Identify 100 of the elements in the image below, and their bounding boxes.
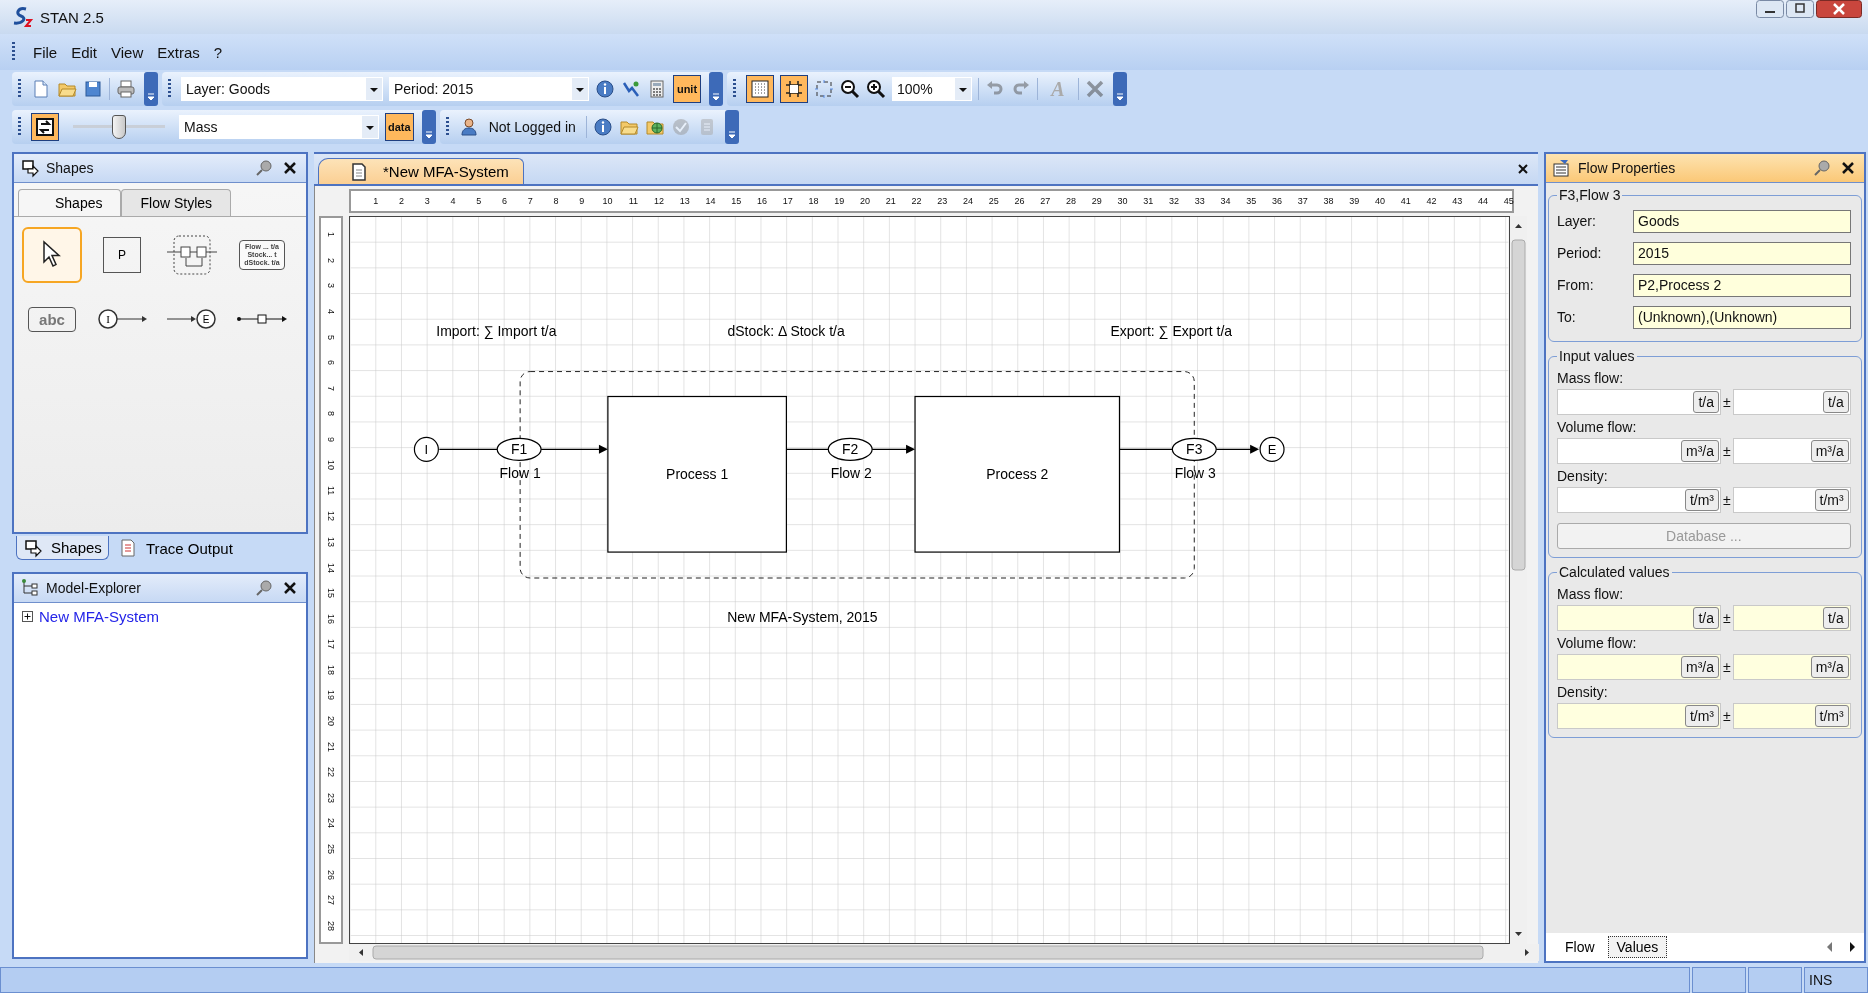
- unit-button[interactable]: t/m³: [1814, 489, 1849, 511]
- tree-item[interactable]: New MFA-System: [39, 608, 159, 625]
- tree-icon[interactable]: [20, 578, 40, 598]
- menu-item[interactable]: Extras: [157, 43, 200, 61]
- menu-item[interactable]: Edit: [71, 43, 98, 61]
- restore-button[interactable]: [1786, 0, 1814, 18]
- caret-icon[interactable]: [362, 116, 378, 138]
- flow-tag[interactable]: F1: [496, 437, 542, 461]
- ruler-number: 15: [326, 587, 336, 601]
- info-icon[interactable]: [592, 117, 613, 137]
- fit-selection-icon[interactable]: [814, 79, 834, 99]
- expand-icon[interactable]: [22, 611, 33, 622]
- tab[interactable]: Values: [1607, 936, 1668, 958]
- ruler-number: 17: [326, 638, 336, 652]
- toolbar-grip[interactable]: [18, 117, 21, 137]
- value-field[interactable]: m³/a: [1732, 654, 1851, 680]
- slider-thumb[interactable]: [112, 115, 126, 139]
- unit-button[interactable]: m³/a: [1810, 656, 1849, 678]
- zoom-in-icon[interactable]: [866, 79, 886, 99]
- text-box: abc: [28, 306, 76, 332]
- tab[interactable]: Shapes: [18, 189, 122, 216]
- pointer-tool[interactable]: [22, 227, 82, 283]
- layer-dropdown[interactable]: Layer: Goods: [181, 77, 383, 101]
- flow-tag[interactable]: F2: [827, 437, 873, 461]
- tab[interactable]: Trace Output: [110, 536, 240, 560]
- process-tool[interactable]: P: [92, 227, 152, 283]
- toolbar-grip[interactable]: [18, 79, 21, 99]
- period-dropdown[interactable]: Period: 2015: [389, 77, 589, 101]
- menu-item[interactable]: View: [111, 43, 144, 61]
- unit-button[interactable]: t/a: [1693, 607, 1719, 629]
- close-button[interactable]: [1816, 0, 1862, 18]
- toolbar-overflow-button[interactable]: [144, 72, 158, 106]
- value-field[interactable]: m³/a: [1557, 654, 1721, 680]
- unit-button[interactable]: m³/a: [1810, 440, 1849, 462]
- value-field[interactable]: t/a: [1557, 605, 1721, 631]
- unit-button[interactable]: t/m³: [1684, 705, 1719, 727]
- unit-button[interactable]: t/m³: [1814, 705, 1849, 727]
- flow-tag[interactable]: F3: [1171, 437, 1217, 461]
- caret-icon[interactable]: [366, 78, 382, 100]
- tab[interactable]: Flow: [1556, 936, 1604, 958]
- value-field[interactable]: Goods: [1633, 209, 1851, 233]
- value-field[interactable]: t/m³: [1732, 703, 1851, 729]
- zoom-out-icon[interactable]: [840, 79, 860, 99]
- document-icon[interactable]: [349, 161, 369, 182]
- value-field[interactable]: t/a: [1732, 605, 1851, 631]
- caret-icon[interactable]: [955, 78, 971, 100]
- export-tool[interactable]: E: [162, 291, 222, 347]
- document-tab[interactable]: *New MFA-System: [318, 158, 524, 184]
- calculator-icon[interactable]: [647, 79, 667, 99]
- print-icon[interactable]: [116, 79, 136, 99]
- value-field[interactable]: m³/a: [1557, 438, 1721, 464]
- properties-icon[interactable]: [1552, 158, 1572, 178]
- value-field[interactable]: t/a: [1557, 389, 1721, 415]
- unit-button[interactable]: t/a: [1823, 391, 1849, 413]
- toolbar-overflow-button[interactable]: [724, 110, 739, 144]
- caret-icon[interactable]: [572, 78, 588, 100]
- tab-scroll-arrows-icon[interactable]: [1825, 941, 1856, 953]
- value-field[interactable]: t/m³: [1557, 703, 1721, 729]
- data-button[interactable]: data: [385, 113, 414, 141]
- toolbar-overflow-button[interactable]: [421, 110, 436, 144]
- value-field[interactable]: 2015: [1633, 241, 1851, 265]
- unit-button[interactable]: t/a: [1693, 391, 1719, 413]
- save-icon[interactable]: [83, 79, 103, 99]
- panel-icon[interactable]: [20, 158, 40, 178]
- unit-button[interactable]: t/a: [1823, 607, 1849, 629]
- process-box[interactable]: Process 2: [914, 395, 1121, 553]
- value-field[interactable]: P2,Process 2: [1633, 273, 1851, 297]
- network-check-icon[interactable]: [621, 79, 641, 99]
- toolbar-grip[interactable]: [733, 79, 736, 99]
- toolbar-grip[interactable]: [168, 79, 171, 99]
- menu-item[interactable]: File: [33, 43, 58, 61]
- value-field[interactable]: t/m³: [1557, 487, 1721, 513]
- import-tool[interactable]: I: [92, 291, 152, 347]
- zoom-dropdown[interactable]: 100%: [892, 77, 972, 101]
- unit-button[interactable]: t/m³: [1684, 489, 1719, 511]
- value-field[interactable]: t/a: [1732, 389, 1851, 415]
- login-status[interactable]: Not Logged in: [484, 119, 580, 135]
- info-icon[interactable]: [595, 79, 615, 99]
- toolbar-overflow-button[interactable]: [1113, 72, 1127, 106]
- value-field[interactable]: (Unknown),(Unknown): [1633, 305, 1851, 329]
- toolbar-overflow-button[interactable]: [709, 72, 723, 106]
- tab[interactable]: Shapes: [16, 536, 109, 560]
- toolbar-grip[interactable]: [12, 42, 15, 62]
- close-icon[interactable]: [1516, 162, 1530, 176]
- menu-item[interactable]: ?: [213, 43, 223, 61]
- export-node[interactable]: E: [1259, 436, 1285, 462]
- toolbar-grip[interactable]: [445, 117, 449, 137]
- unit-button[interactable]: m³/a: [1681, 440, 1719, 462]
- tab[interactable]: Flow Styles: [121, 189, 232, 216]
- text-tool[interactable]: abc: [22, 291, 82, 347]
- user-icon[interactable]: [458, 117, 479, 137]
- unit-button[interactable]: unit: [673, 75, 701, 103]
- unit-button[interactable]: m³/a: [1681, 656, 1719, 678]
- value-field[interactable]: t/m³: [1732, 487, 1851, 513]
- value-field[interactable]: m³/a: [1732, 438, 1851, 464]
- quantity-dropdown[interactable]: Mass: [179, 115, 379, 139]
- minimize-button[interactable]: [1756, 0, 1784, 18]
- panel-icon[interactable]: [23, 537, 43, 558]
- import-node[interactable]: I: [413, 436, 439, 462]
- process-box[interactable]: Process 1: [607, 395, 787, 553]
